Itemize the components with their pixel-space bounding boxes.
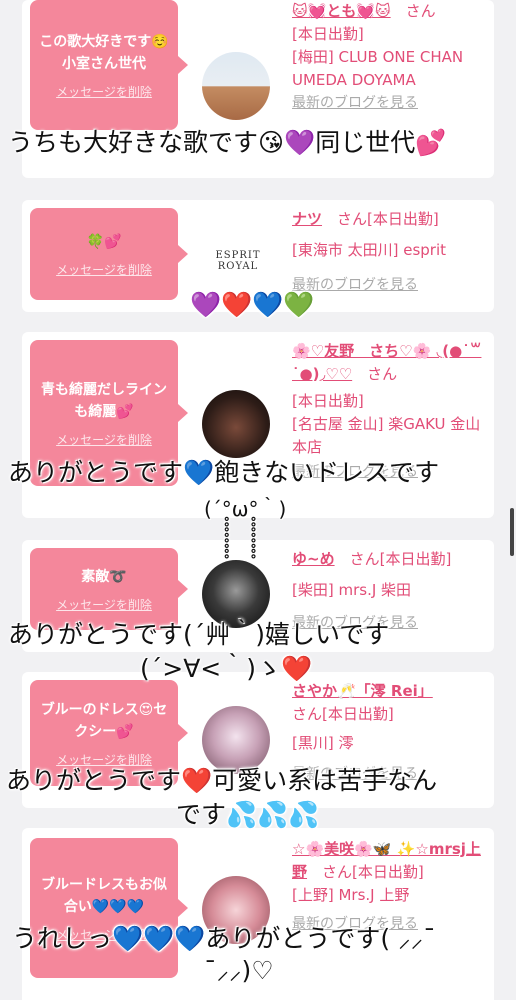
status-text: [本日出勤]	[292, 25, 364, 43]
message-card: 青も綺麗だしラインも綺麗💕 メッセージを削除 🌸♡友野 さち♡🌸 ◟(●˙꒳˙●…	[22, 332, 494, 518]
message-text: ブルーのドレス😍セクシー💕	[40, 701, 168, 740]
shop-text: [名古屋 金山] 楽GAKU 金山本店	[292, 415, 481, 456]
honorific: さん	[337, 210, 368, 228]
shop-logo[interactable]: ESPRIT ROYAL	[206, 250, 270, 272]
profile-name-link[interactable]: ナツ	[292, 210, 322, 228]
reply-text: (´°̥̥̥̥̥̥̥̥ω°̥̥̥̥̥̥̥̥｀)	[204, 497, 287, 521]
shop-text: [黒川] 澪	[292, 734, 354, 752]
honorific: さん	[367, 365, 398, 383]
shop-text: [梅田] CLUB ONE CHAN UMEDA DOYAMA	[292, 48, 464, 89]
honorific: さん	[349, 550, 380, 568]
avatar[interactable]	[202, 390, 270, 458]
message-text: この歌大好きです☺️小室さん世代	[39, 33, 169, 72]
shop-text: [柴田] mrs.J 柴田	[292, 581, 412, 599]
reply-text: (´>∀<｀)ゝ❤️	[140, 654, 313, 683]
status-text: [本日出勤]	[367, 210, 439, 228]
profile-info: ナツ さん[本日出勤] [東海市 太田川] esprit 最新のブログを見る	[292, 208, 490, 297]
status-text: [本日出勤]	[379, 550, 452, 568]
reply-text: ありがとうです❤️可愛い系は苦手なん	[6, 766, 438, 795]
profile-name-link[interactable]: ゆ~め	[292, 550, 335, 568]
delete-message-link[interactable]: メッセージを削除	[56, 261, 152, 278]
profile-info: 🐱💓とも💓🐱 さん [本日出勤] [梅田] CLUB ONE CHAN UMED…	[292, 0, 490, 115]
scrollbar[interactable]	[510, 508, 514, 556]
message-bubble: 素敵➰ メッセージを削除	[30, 548, 188, 630]
reply-text: 💜❤️💙💚	[190, 290, 315, 319]
reply-text: です💦💦💦	[176, 800, 320, 829]
avatar[interactable]	[202, 560, 270, 628]
message-bubble: 🍀💕 メッセージを削除	[30, 208, 188, 300]
status-text: [本日出勤]	[322, 705, 394, 723]
honorific: さん	[292, 705, 323, 723]
delete-message-link[interactable]: メッセージを削除	[56, 751, 152, 768]
shop-text: [上野] Mrs.J 上野	[292, 886, 410, 904]
message-bubble: この歌大好きです☺️小室さん世代 メッセージを削除	[30, 0, 188, 130]
reply-text: うちも大好きな歌です😘💜同じ世代💕	[8, 128, 447, 157]
status-text: [本日出勤]	[352, 863, 424, 881]
message-text: 🍀💕	[86, 233, 122, 250]
profile-name-link[interactable]: 🐱💓とも💓🐱	[292, 2, 391, 20]
message-bubble: ブルードレスもお似合い💙💙💙 メッセージを削除	[30, 838, 188, 978]
message-text: ブルードレスもお似合い💙💙💙	[41, 876, 167, 915]
latest-blog-link[interactable]: 最新のブログを見る	[292, 92, 490, 115]
avatar[interactable]	[202, 52, 270, 120]
avatar[interactable]	[202, 706, 270, 774]
honorific: さん	[322, 863, 353, 881]
profile-name-link[interactable]: さやか🥂「澪 Rei」	[292, 682, 433, 700]
reply-text: ありがとうです(´艸｀)嬉しいです	[8, 620, 390, 649]
shop-text: [東海市 太田川] esprit	[292, 241, 447, 259]
delete-message-link[interactable]: メッセージを削除	[56, 431, 152, 448]
message-text: 青も綺麗だしラインも綺麗💕	[41, 381, 167, 420]
delete-message-link[interactable]: メッセージを削除	[56, 83, 152, 100]
profile-info: ☆🌸美咲🌸🦋 ✨☆mrsj上野 さん[本日出勤] [上野] Mrs.J 上野 最…	[292, 838, 490, 936]
honorific: さん	[405, 2, 436, 20]
reply-text: ありがとうです💙飽きないドレスです	[8, 458, 440, 487]
reply-text: ¯⸝⸝)♡	[204, 956, 274, 985]
status-text: [本日出勤]	[292, 392, 364, 410]
delete-message-link[interactable]: メッセージを削除	[56, 596, 152, 613]
reply-text: うれしっ💙💙💙ありがとうです( ⸝⸝¯	[12, 924, 436, 953]
latest-blog-link[interactable]: 最新のブログを見る	[292, 274, 490, 297]
message-text: 素敵➰	[81, 568, 127, 585]
